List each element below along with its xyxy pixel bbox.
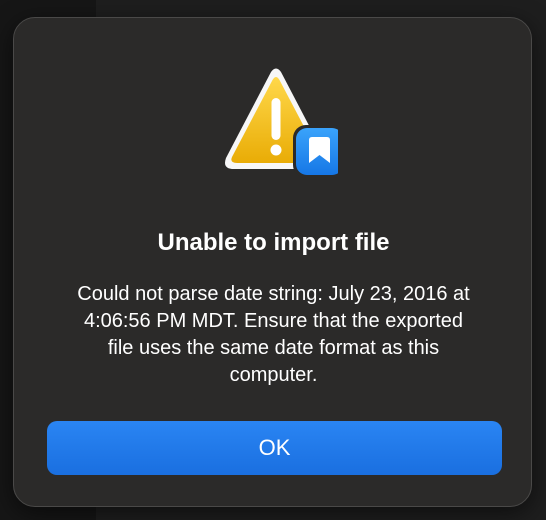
alert-icon [214, 66, 346, 182]
alert-dialog: Unable to import file Could not parse da… [13, 17, 532, 507]
bookmark-book-icon [293, 125, 346, 178]
alert-title: Unable to import file [157, 229, 390, 256]
alert-message: Could not parse date string: July 23, 20… [77, 283, 470, 386]
ok-button[interactable]: OK [47, 421, 502, 475]
warning-triangle-icon [225, 68, 346, 178]
